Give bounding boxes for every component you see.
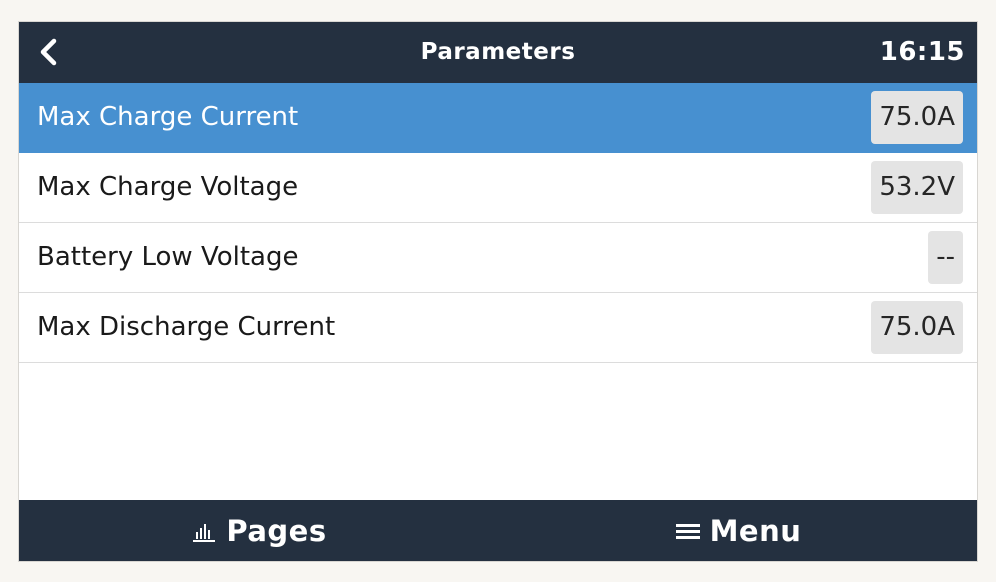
parameter-row-max-charge-voltage[interactable]: Max Charge Voltage 53.2V [19,153,977,223]
parameter-value: 75.0A [871,91,963,144]
parameter-value: 75.0A [871,301,963,354]
parameter-label: Max Charge Voltage [37,172,299,202]
pages-button[interactable]: Pages [19,500,498,561]
parameter-value: -- [928,231,963,284]
parameter-row-max-discharge-current[interactable]: Max Discharge Current 75.0A [19,293,977,363]
footer-bar: Pages Menu [19,500,977,561]
bar-chart-icon [193,523,216,542]
parameter-row-battery-low-voltage[interactable]: Battery Low Voltage -- [19,223,977,293]
parameter-label: Max Discharge Current [37,312,336,342]
parameter-row-max-charge-current[interactable]: Max Charge Current 75.0A [19,83,977,153]
parameter-label: Max Charge Current [37,102,299,132]
header-bar: Parameters 16:15 [19,22,977,83]
hamburger-menu-icon [675,523,700,539]
parameter-value: 53.2V [871,161,963,214]
page-title: Parameters [420,39,576,65]
parameter-list: Max Charge Current 75.0A Max Charge Volt… [19,83,977,363]
menu-label: Menu [709,513,802,548]
device-screen: Parameters 16:15 Max Charge Current 75.0… [18,21,978,562]
pages-label: Pages [226,513,327,548]
menu-button[interactable]: Menu [498,500,977,561]
clock: 16:15 [879,37,965,67]
parameter-label: Battery Low Voltage [37,242,299,272]
